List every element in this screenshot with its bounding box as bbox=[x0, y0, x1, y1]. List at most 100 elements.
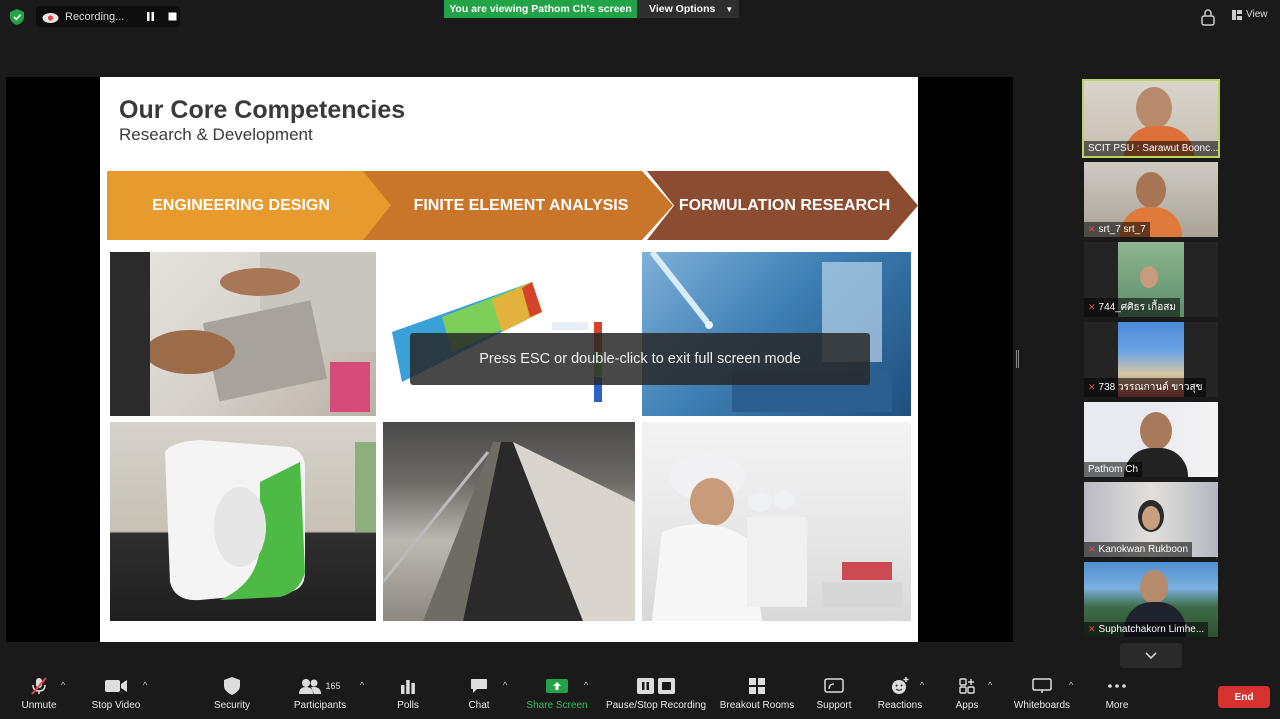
mic-muted-icon: ✕ bbox=[1088, 544, 1096, 554]
participant-name: ✕ 744_ศศิธร เกื้อสม bbox=[1084, 298, 1180, 317]
more-label: More bbox=[1105, 700, 1129, 711]
mic-muted-icon: ✕ bbox=[1088, 382, 1096, 392]
reactions-label: Reactions bbox=[877, 700, 923, 711]
chevron-up-icon[interactable]: ^ bbox=[360, 680, 364, 690]
participants-count: 165 bbox=[325, 681, 341, 691]
panel-resize-handle[interactable] bbox=[1016, 350, 1019, 368]
band-finite-element-analysis: FINITE ELEMENT ANALYSIS bbox=[363, 171, 673, 240]
mic-muted-icon: ✕ bbox=[1088, 302, 1096, 312]
participant-name: Pathom Ch bbox=[1084, 462, 1143, 477]
bar-chart-icon bbox=[401, 680, 415, 694]
emoji-reactions-icon bbox=[892, 677, 909, 694]
pause-stop-icon bbox=[637, 678, 675, 694]
participant-name: ✕ 738 วรรณกานต์ ขาวสุข bbox=[1084, 378, 1207, 397]
view-label: View bbox=[1246, 9, 1268, 20]
cloud-recording-icon bbox=[42, 12, 59, 23]
slide-subtitle: Research & Development bbox=[119, 125, 313, 144]
pause-stop-recording-button[interactable]: Pause/Stop Recording bbox=[604, 672, 708, 719]
apps-label: Apps bbox=[955, 700, 979, 711]
view-options-label: View Options bbox=[649, 3, 716, 15]
photo-railway-track bbox=[383, 422, 635, 621]
end-meeting-button[interactable]: End bbox=[1218, 686, 1270, 708]
participant-scroll-down-button[interactable] bbox=[1120, 643, 1182, 668]
view-options-button[interactable]: View Options ▼ bbox=[637, 0, 739, 18]
stop-icon bbox=[168, 12, 176, 21]
lock-icon[interactable] bbox=[1200, 8, 1216, 26]
avatar bbox=[1140, 412, 1172, 450]
support-label: Support bbox=[816, 700, 852, 711]
zoom-meeting-window: Recording... You are viewing Pathom Ch's… bbox=[0, 0, 1280, 719]
chevron-up-icon[interactable]: ^ bbox=[61, 680, 65, 690]
pause-recording-button[interactable] bbox=[143, 10, 157, 24]
band-engineering-design: ENGINEERING DESIGN bbox=[107, 171, 393, 240]
security-shield-icon[interactable] bbox=[10, 9, 24, 25]
chevron-down-icon bbox=[1145, 651, 1157, 659]
apps-button[interactable]: Apps bbox=[954, 672, 980, 719]
meeting-toolbar: Unmute ^ Stop Video ^ Security 165 Parti… bbox=[0, 672, 1280, 719]
chat-label: Chat bbox=[468, 700, 490, 711]
apps-icon bbox=[959, 678, 975, 694]
participant-name: ✕ Suphatchakorn Limhe... bbox=[1084, 622, 1209, 637]
whiteboard-icon bbox=[1032, 678, 1052, 693]
participant-name: ✕ Kanokwan Rukboon bbox=[1084, 542, 1193, 557]
stop-video-button[interactable]: Stop Video bbox=[90, 672, 142, 719]
breakout-rooms-icon bbox=[749, 678, 765, 694]
support-screen-icon bbox=[824, 678, 844, 693]
whiteboards-label: Whiteboards bbox=[1013, 700, 1071, 711]
participants-label: Participants bbox=[293, 700, 347, 711]
avatar bbox=[1140, 570, 1168, 604]
participant-name: SCIT PSU : Sarawut Boonc... bbox=[1084, 141, 1218, 156]
video-camera-icon bbox=[105, 680, 127, 692]
participants-button[interactable]: 165 Participants bbox=[292, 672, 348, 719]
share-screen-label: Share Screen bbox=[526, 700, 588, 711]
participants-icon bbox=[299, 679, 322, 694]
chevron-up-icon[interactable]: ^ bbox=[143, 680, 147, 690]
recording-label: Recording... bbox=[65, 10, 125, 23]
avatar bbox=[1136, 87, 1172, 129]
security-button[interactable]: Security bbox=[212, 672, 252, 719]
share-screen-button[interactable]: Share Screen bbox=[526, 672, 588, 719]
chevron-down-icon: ▼ bbox=[725, 4, 734, 14]
unmute-button[interactable]: Unmute bbox=[18, 672, 60, 719]
more-dots-icon bbox=[1108, 684, 1126, 688]
participant-tile[interactable]: ✕ srt_7 srt_7 bbox=[1084, 162, 1218, 237]
avatar-face bbox=[1142, 506, 1160, 530]
pause-icon bbox=[146, 12, 154, 21]
security-label: Security bbox=[213, 700, 251, 711]
participant-tile[interactable]: ✕ Suphatchakorn Limhe... bbox=[1084, 562, 1218, 637]
photo-product-device bbox=[110, 422, 376, 621]
reactions-button[interactable]: Reactions bbox=[876, 672, 924, 719]
chat-button[interactable]: Chat bbox=[466, 672, 492, 719]
participant-tile[interactable]: ✕ Kanokwan Rukboon bbox=[1084, 482, 1218, 557]
support-button[interactable]: Support bbox=[814, 672, 854, 719]
chevron-up-icon[interactable]: ^ bbox=[988, 680, 992, 690]
participant-tile[interactable]: SCIT PSU : Sarawut Boonc... bbox=[1082, 79, 1220, 158]
chevron-up-icon[interactable]: ^ bbox=[584, 680, 588, 690]
participant-tile[interactable]: ✕ 744_ศศิธร เกื้อสม bbox=[1084, 242, 1218, 317]
grid-view-icon bbox=[1232, 9, 1242, 20]
photo-designer-sketching bbox=[110, 252, 376, 416]
participant-tile[interactable]: ✕ 738 วรรณกานต์ ขาวสุข bbox=[1084, 322, 1218, 397]
polls-label: Polls bbox=[397, 700, 419, 711]
chevron-up-icon[interactable]: ^ bbox=[920, 680, 924, 690]
participant-name: ✕ srt_7 srt_7 bbox=[1084, 222, 1150, 237]
stop-video-label: Stop Video bbox=[91, 700, 141, 711]
chevron-up-icon[interactable]: ^ bbox=[1069, 680, 1073, 690]
polls-button[interactable]: Polls bbox=[394, 672, 422, 719]
whiteboards-button[interactable]: Whiteboards bbox=[1012, 672, 1072, 719]
breakout-rooms-button[interactable]: Breakout Rooms bbox=[718, 672, 796, 719]
viewing-screen-banner: You are viewing Pathom Ch's screen bbox=[444, 0, 637, 18]
breakout-rooms-label: Breakout Rooms bbox=[719, 700, 795, 711]
band-formulation-research: FORMULATION RESEARCH bbox=[647, 171, 918, 240]
share-screen-icon bbox=[546, 679, 568, 693]
view-menu-button[interactable]: View bbox=[1232, 9, 1268, 20]
participant-tile[interactable]: Pathom Ch bbox=[1084, 402, 1218, 477]
stop-recording-button[interactable] bbox=[165, 10, 179, 24]
recording-indicator: Recording... bbox=[36, 6, 180, 27]
more-button[interactable]: More bbox=[1102, 672, 1132, 719]
unmute-label: Unmute bbox=[21, 700, 57, 711]
chevron-up-icon[interactable]: ^ bbox=[503, 680, 507, 690]
avatar-face bbox=[1140, 266, 1158, 288]
avatar bbox=[1136, 172, 1166, 208]
mic-muted-icon: ✕ bbox=[1088, 624, 1096, 634]
